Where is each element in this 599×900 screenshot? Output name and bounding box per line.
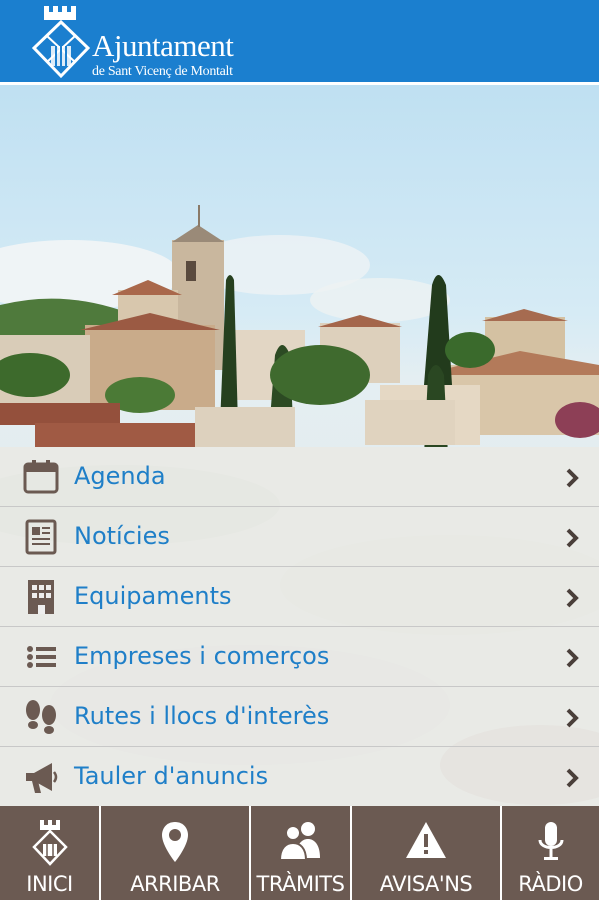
tab-label: TRÀMITS (256, 872, 345, 896)
tab-radio[interactable]: RÀDIO (500, 806, 599, 900)
chevron-right-icon (566, 708, 579, 728)
tab-label: ARRIBAR (130, 872, 220, 896)
warning-icon (406, 822, 446, 858)
menu-item-noticies[interactable]: Notícies (0, 506, 599, 566)
newspaper-icon (25, 519, 57, 555)
bottom-tab-bar: INICI ARRIBAR TRÀMITS AVISA'NS RÀDIO (0, 806, 599, 900)
chevron-right-icon (566, 528, 579, 548)
chevron-right-icon (566, 468, 579, 488)
main-menu: Agenda Notícies Equipaments Empreses i c… (0, 447, 599, 806)
menu-item-label: Rutes i llocs d'interès (74, 702, 330, 730)
app-header: Ajuntament de Sant Vicenç de Montalt (0, 0, 599, 85)
building-icon (28, 580, 54, 614)
people-icon (278, 822, 320, 860)
tab-arribar[interactable]: ARRIBAR (99, 806, 249, 900)
chevron-right-icon (566, 588, 579, 608)
megaphone-icon (26, 763, 58, 793)
menu-item-label: Tauler d'anuncis (74, 762, 269, 790)
menu-item-rutes[interactable]: Rutes i llocs d'interès (0, 686, 599, 746)
menu-item-label: Empreses i comerços (74, 642, 330, 670)
tab-label: AVISA'NS (379, 872, 473, 896)
menu-item-tauler[interactable]: Tauler d'anuncis (0, 746, 599, 806)
menu-item-equipaments[interactable]: Equipaments (0, 566, 599, 626)
menu-item-label: Equipaments (74, 582, 232, 610)
chevron-right-icon (566, 648, 579, 668)
list-icon (27, 646, 56, 668)
footprints-icon (26, 700, 56, 734)
calendar-icon (23, 460, 59, 494)
menu-item-agenda[interactable]: Agenda (0, 447, 599, 506)
town-crest-icon (31, 820, 68, 866)
tab-tramits[interactable]: TRÀMITS (249, 806, 350, 900)
microphone-icon (538, 822, 563, 860)
chevron-right-icon (566, 768, 579, 788)
logo-subtitle: de Sant Vicenç de Montalt (92, 64, 233, 79)
tab-avisans[interactable]: AVISA'NS (350, 806, 500, 900)
tab-label: RÀDIO (518, 872, 583, 896)
menu-item-label: Notícies (74, 522, 170, 550)
tab-label: INICI (26, 872, 73, 896)
logo-title: Ajuntament (92, 28, 234, 63)
menu-item-label: Agenda (74, 462, 166, 490)
menu-item-empreses[interactable]: Empreses i comerços (0, 626, 599, 686)
location-pin-icon (162, 822, 188, 862)
town-crest-icon (31, 6, 91, 79)
tab-inici[interactable]: INICI (0, 806, 99, 900)
